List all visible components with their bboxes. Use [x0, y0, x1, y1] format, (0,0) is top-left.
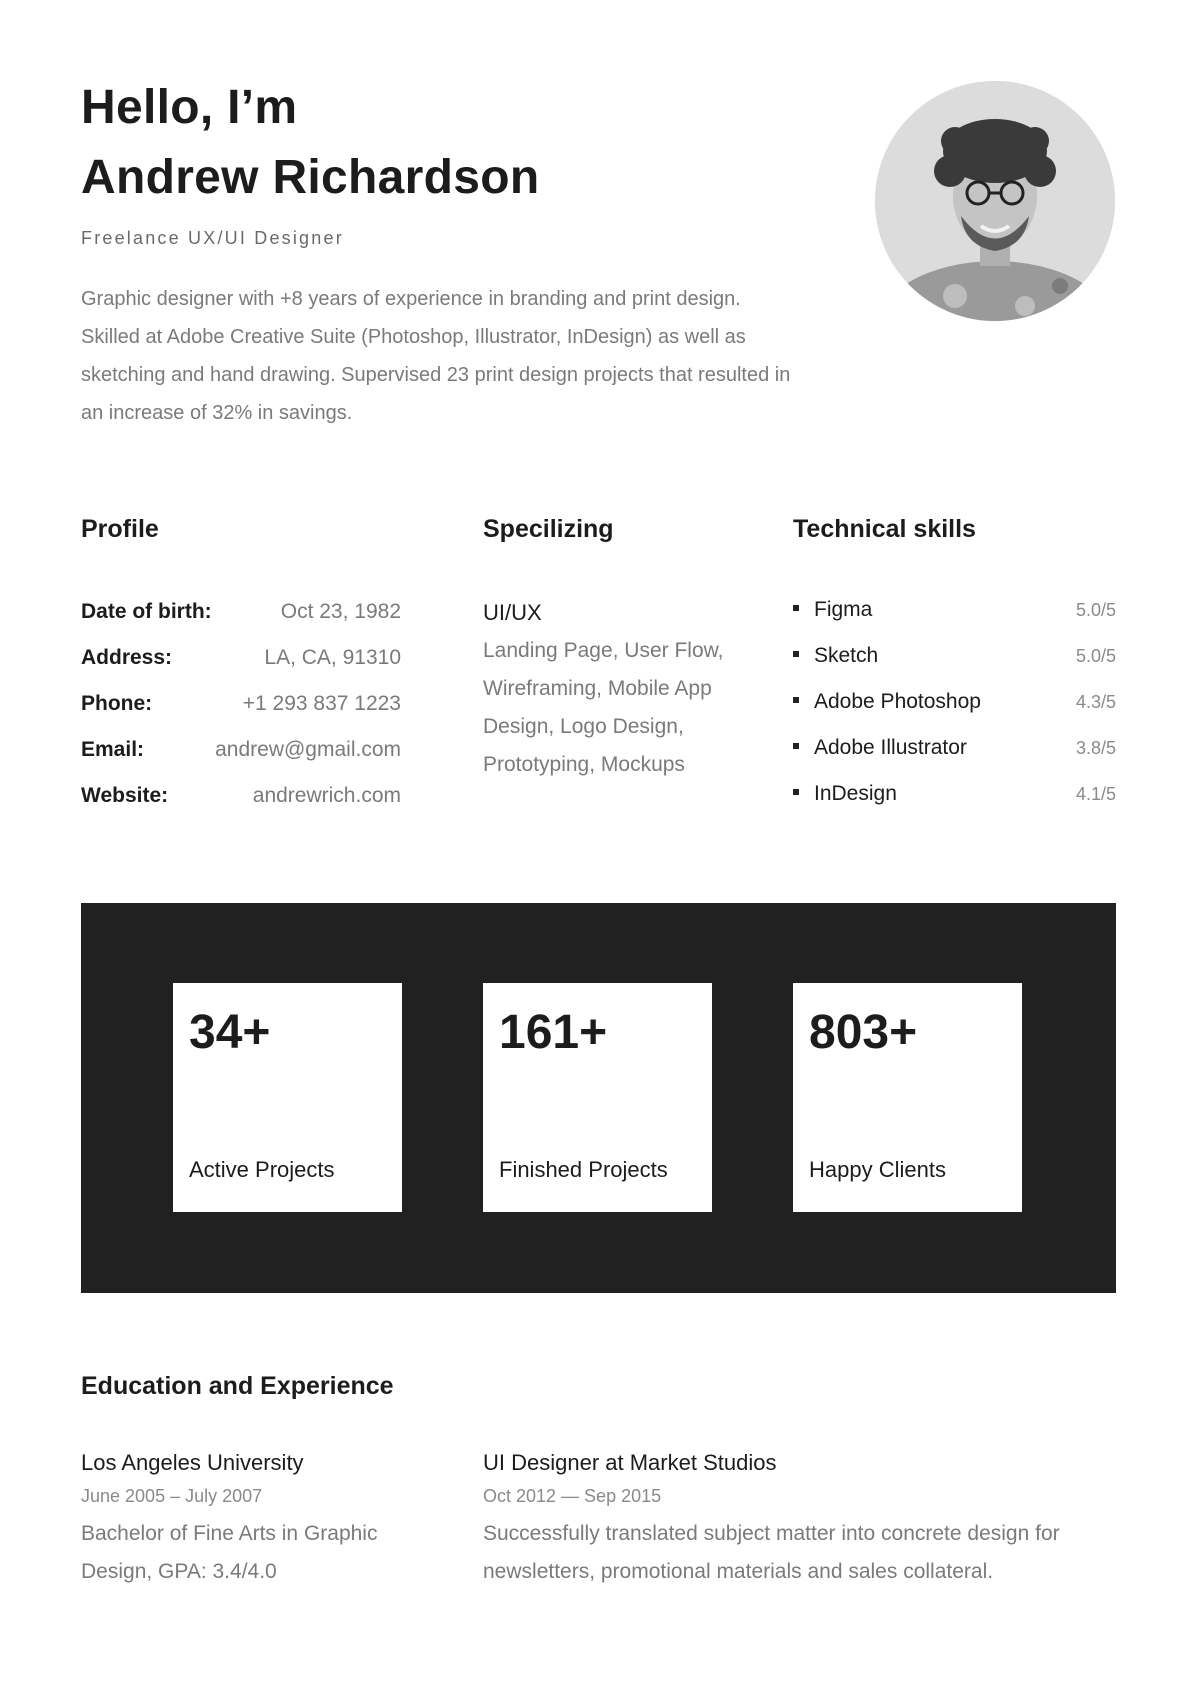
profile-label: Website: [81, 784, 169, 807]
skill-name: Sketch [814, 644, 879, 667]
skill-score: 5.0/5 [1075, 600, 1116, 620]
profile-value: LA, CA, 91310 [264, 646, 401, 669]
skill-row: Sketch 5.0/5 [793, 644, 1116, 674]
profile-row: Email: andrew@gmail.com [81, 738, 401, 768]
profile-value: +1 293 837 1223 [242, 692, 401, 715]
education-entry: Los Angeles University June 2005 – July … [81, 1450, 401, 1591]
profile-row: Date of birth: Oct 23, 1982 [81, 600, 401, 630]
skill-row: Figma 5.0/5 [793, 598, 1116, 628]
profile-label: Address: [81, 646, 173, 669]
person-name: Andrew Richardson [81, 151, 540, 204]
technical-skills-heading: Technical skills [793, 515, 976, 543]
stat-label: Happy Clients [809, 1157, 946, 1182]
specializing-title: UI/UX [483, 600, 542, 625]
education-heading: Education and Experience [81, 1372, 394, 1400]
stats-panel: 34+ Active Projects 161+ Finished Projec… [81, 903, 1116, 1293]
bullet-icon [793, 605, 799, 611]
profile-value: andrew@gmail.com [215, 738, 401, 761]
profile-label: Date of birth: [81, 600, 212, 623]
entry-title: Los Angeles University [81, 1450, 304, 1475]
specializing-text: Landing Page, User Flow, Wireframing, Mo… [483, 639, 724, 776]
profile-label: Phone: [81, 692, 153, 715]
skill-row: Adobe Illustrator 3.8/5 [793, 736, 1116, 766]
summary-text: Graphic designer with +8 years of experi… [81, 288, 791, 424]
profile-row: Address: LA, CA, 91310 [81, 646, 401, 676]
skill-score: 5.0/5 [1075, 646, 1116, 666]
entry-description: Bachelor of Fine Arts in Graphic Design,… [81, 1522, 378, 1583]
bullet-icon [793, 651, 799, 657]
bullet-icon [793, 697, 799, 703]
entry-description: Successfully translated subject matter i… [483, 1522, 1060, 1583]
bullet-icon [793, 743, 799, 749]
profile-row: Website: andrewrich.com [81, 784, 401, 814]
entry-title: UI Designer at Market Studios [483, 1450, 777, 1475]
stat-number: 34+ [189, 1006, 271, 1059]
profile-value: Oct 23, 1982 [280, 600, 401, 623]
entry-date: Oct 2012 — Sep 2015 [483, 1486, 662, 1506]
profile-heading: Profile [81, 515, 159, 543]
skill-name: InDesign [814, 782, 897, 805]
skill-name: Adobe Illustrator [814, 736, 967, 759]
skill-row: InDesign 4.1/5 [793, 782, 1116, 812]
entry-date: June 2005 – July 2007 [81, 1486, 263, 1506]
job-role: Freelance UX/UI Designer [81, 228, 344, 248]
stat-label: Active Projects [189, 1157, 335, 1182]
skill-name: Adobe Photoshop [814, 690, 981, 713]
profile-value: andrewrich.com [252, 784, 401, 807]
skill-name: Figma [814, 598, 873, 621]
bullet-icon [793, 789, 799, 795]
experience-entry: UI Designer at Market Studios Oct 2012 —… [483, 1450, 1083, 1591]
profile-label: Email: [81, 738, 145, 761]
stat-card-finished-projects: 161+ Finished Projects [483, 983, 712, 1212]
profile-row: Phone: +1 293 837 1223 [81, 692, 401, 722]
avatar-portrait-illustration [875, 81, 1115, 321]
stat-number: 803+ [809, 1006, 918, 1059]
stat-label: Finished Projects [499, 1157, 668, 1182]
stat-number: 161+ [499, 1006, 608, 1059]
skill-row: Adobe Photoshop 4.3/5 [793, 690, 1116, 720]
specializing-heading: Specilizing [483, 515, 614, 543]
stat-card-active-projects: 34+ Active Projects [173, 983, 402, 1212]
stat-card-happy-clients: 803+ Happy Clients [793, 983, 1022, 1212]
greeting: Hello, I’m [81, 81, 298, 134]
avatar [875, 81, 1115, 321]
skill-score: 4.1/5 [1075, 784, 1116, 804]
skill-score: 4.3/5 [1075, 692, 1116, 712]
skill-score: 3.8/5 [1075, 738, 1116, 758]
